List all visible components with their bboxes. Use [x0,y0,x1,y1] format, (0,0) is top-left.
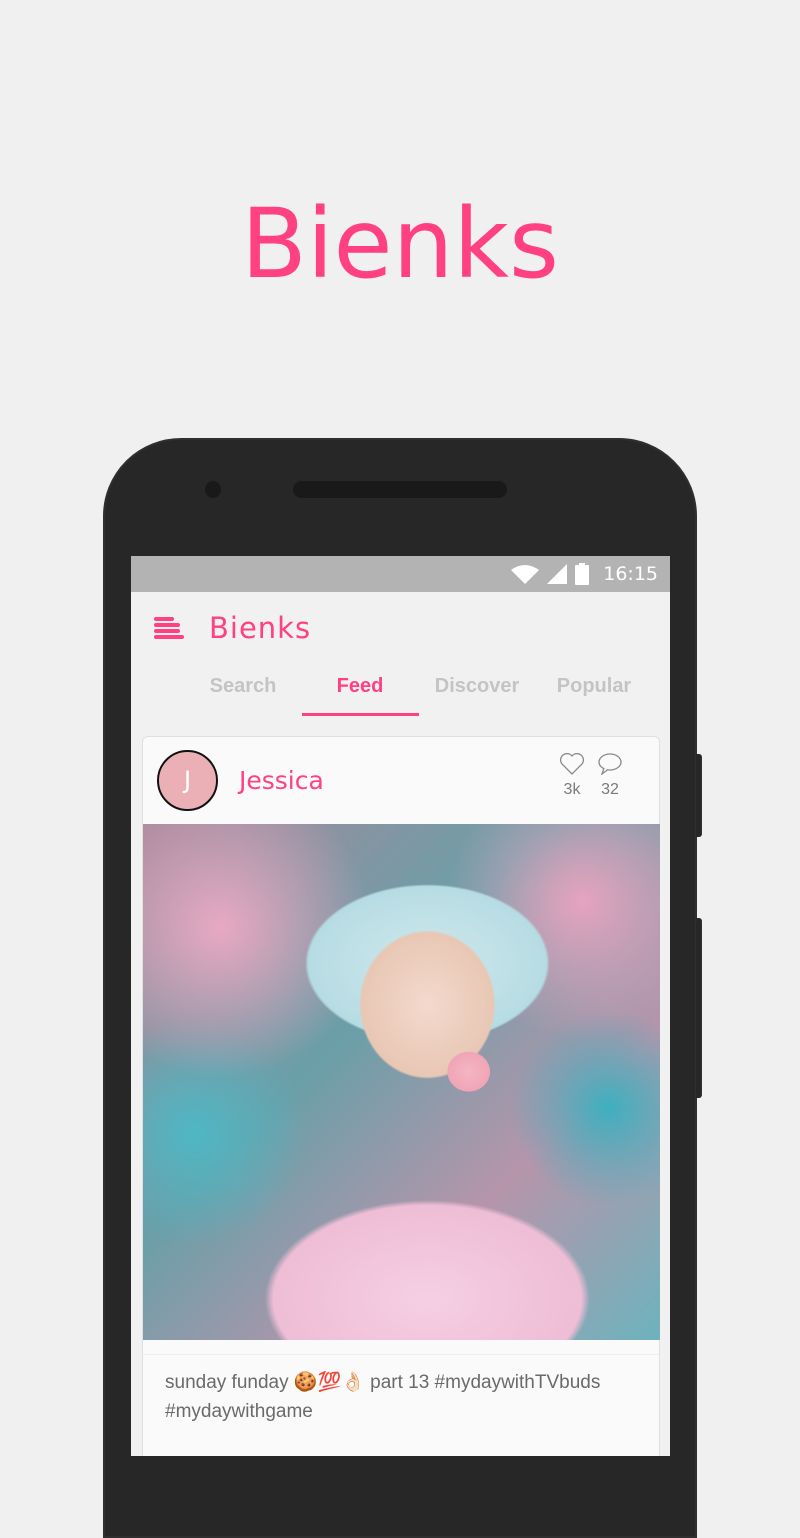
headline: Bienks [240,188,560,300]
comment-count: 32 [601,781,619,798]
like-count: 3k [563,781,581,798]
post-card: J Jessica 3k 32 sunday funday 🍪💯👌🏻 part … [142,736,660,1456]
phone-speaker [293,481,507,498]
wifi-icon [511,565,540,584]
tab-discover[interactable]: Discover [419,664,536,714]
like-stat[interactable]: 3k [559,753,585,799]
tab-popular[interactable]: Popular [536,664,653,714]
comment-icon[interactable] [597,753,623,775]
app-title: Bienks [209,611,312,645]
comment-stat[interactable]: 32 [597,753,623,799]
heart-icon[interactable] [559,753,585,775]
status-bar: 16:15 [131,556,670,592]
avatar[interactable]: J [157,749,218,811]
app-bar: Bienks [131,592,670,664]
signal-icon [547,564,568,584]
tab-feed[interactable]: Feed [301,664,419,716]
tab-search[interactable]: Search [185,664,302,714]
post-caption: sunday funday 🍪💯👌🏻 part 13 #mydaywithTVb… [143,1354,659,1426]
post-image[interactable] [143,824,660,1340]
app-screen: 16:15 Bienks Search Feed Discover Popula… [131,556,670,1456]
post-username[interactable]: Jessica [239,766,324,795]
phone-power-button [696,754,702,837]
tab-bar: Search Feed Discover Popular [131,664,670,716]
phone-volume-button [696,918,702,1098]
status-time: 16:15 [603,563,658,585]
menu-icon[interactable] [154,617,184,639]
post-header: J Jessica 3k 32 [143,737,659,823]
battery-icon [575,563,590,585]
phone-camera [205,481,221,498]
post-stats: 3k 32 [559,753,623,799]
